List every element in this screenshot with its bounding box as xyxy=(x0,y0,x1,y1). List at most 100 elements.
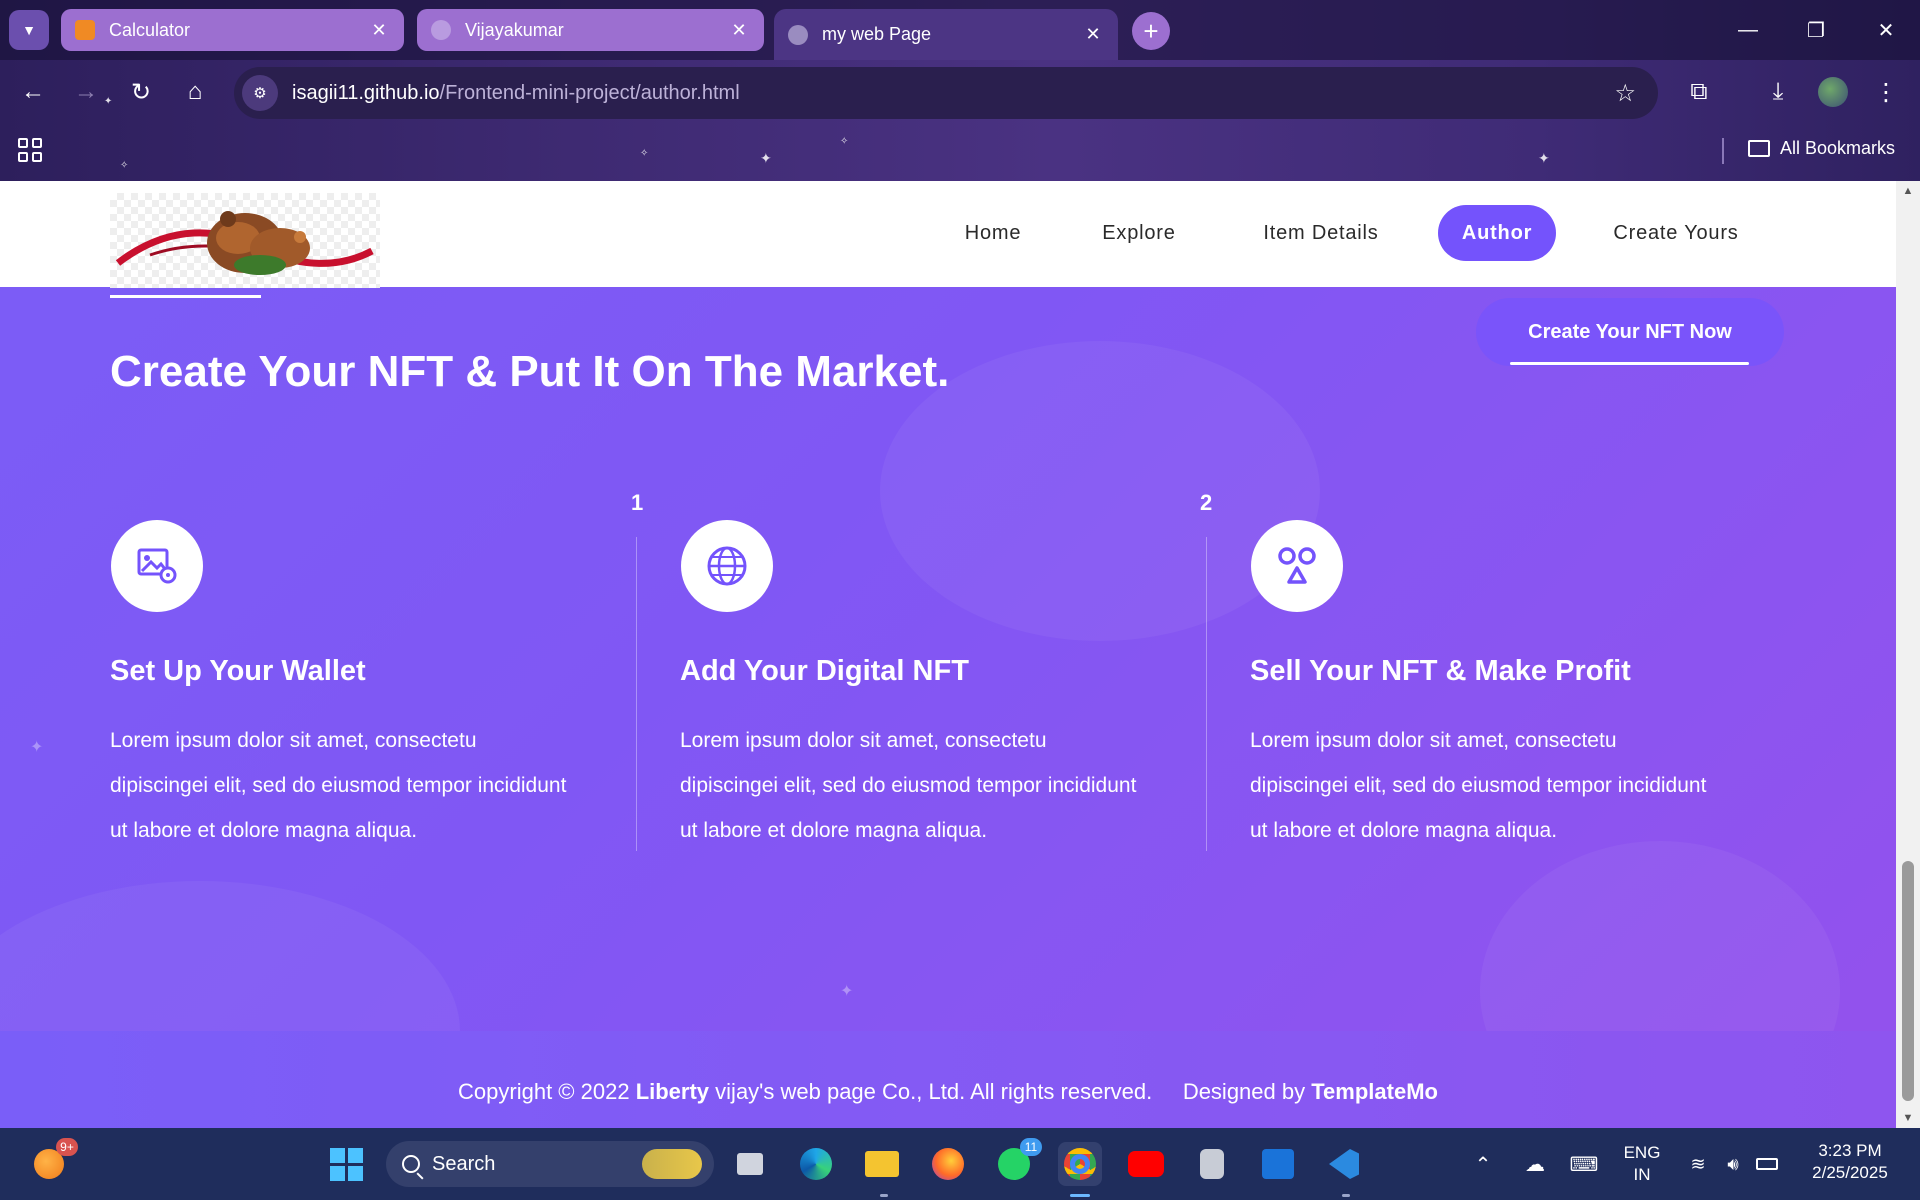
step-icon-wrapper xyxy=(111,520,203,612)
chrome-icon xyxy=(1064,1148,1096,1180)
nav-explore[interactable]: Explore xyxy=(1080,205,1198,261)
nav-home[interactable]: Home xyxy=(940,205,1046,261)
site-logo[interactable] xyxy=(110,193,380,288)
nav-item-details[interactable]: Item Details xyxy=(1242,205,1400,261)
roast-chicken-logo-icon xyxy=(115,211,374,275)
close-tab-icon[interactable]: ✕ xyxy=(728,20,750,41)
clock-time: 3:23 PM xyxy=(1818,1141,1882,1160)
puzzle-icon: ⧉ xyxy=(1690,78,1708,105)
address-bar[interactable]: ⚙ isagii11.github.io/Frontend-mini-proje… xyxy=(234,67,1658,119)
arrow-left-icon: ← xyxy=(21,78,45,105)
restore-button[interactable]: ❐ xyxy=(1782,0,1850,60)
scroll-up-icon[interactable]: ▲ xyxy=(1896,181,1920,201)
all-bookmarks-button[interactable]: All Bookmarks xyxy=(1748,138,1895,159)
tab-search-button[interactable]: ▼ xyxy=(9,10,49,50)
tab-strip: ▼ Calculator ✕ Vijayakumar ✕ my web Page… xyxy=(0,0,1920,60)
scroll-thumb[interactable] xyxy=(1902,861,1914,1101)
widgets-button[interactable]: 9+ xyxy=(26,1138,78,1186)
bookmarks-bar: All Bookmarks xyxy=(0,124,1920,181)
edge-button[interactable] xyxy=(794,1142,838,1186)
extensions-button[interactable]: ⧉ xyxy=(1679,72,1719,112)
tab-my-web-page[interactable]: my web Page ✕ xyxy=(774,9,1118,60)
clock[interactable]: 3:23 PM 2/25/2025 xyxy=(1796,1140,1904,1184)
site-info-icon[interactable]: ⚙ xyxy=(242,75,278,111)
download-icon: ⤓ xyxy=(1772,78,1784,105)
folder-icon xyxy=(1748,140,1770,157)
globe-favicon-icon xyxy=(431,20,451,40)
vscode-button[interactable] xyxy=(1322,1142,1366,1186)
whatsapp-badge: 11 xyxy=(1020,1138,1042,1156)
browser-toolbar: ← → ↻ ⌂ ⚙ isagii11.github.io/Frontend-mi… xyxy=(0,60,1920,124)
taskbar-search[interactable]: Search xyxy=(386,1141,714,1187)
task-view-icon xyxy=(737,1153,763,1175)
create-nft-button[interactable]: Create Your NFT Now xyxy=(1476,298,1784,366)
tab-title: Vijayakumar xyxy=(465,19,564,40)
vscode-icon xyxy=(1329,1149,1359,1179)
page-scrollbar[interactable]: ▲ ▼ xyxy=(1896,181,1920,1128)
youtube-button[interactable] xyxy=(1124,1142,1168,1186)
browser-menu-button[interactable]: ⋮ xyxy=(1866,72,1906,112)
templatemo-link[interactable]: TemplateMo xyxy=(1311,1079,1438,1104)
database-icon xyxy=(1200,1149,1224,1179)
task-view-button[interactable] xyxy=(728,1142,772,1186)
scroll-down-icon[interactable]: ▼ xyxy=(1896,1108,1920,1128)
new-tab-button[interactable]: + xyxy=(1132,12,1170,50)
step-divider xyxy=(636,537,637,851)
tab-title: Calculator xyxy=(109,19,191,40)
designed-by-label: Designed by xyxy=(1182,1079,1306,1104)
search-highlight-icon xyxy=(642,1149,702,1179)
firefox-icon xyxy=(932,1148,964,1180)
tab-calculator[interactable]: Calculator ✕ xyxy=(61,9,404,51)
keyboard-icon: ⌨ xyxy=(1569,1153,1599,1176)
start-button[interactable] xyxy=(324,1142,368,1186)
nav-author[interactable]: Author xyxy=(1438,205,1556,261)
cloud-icon: ☁ xyxy=(1525,1153,1545,1176)
language-code: ENG xyxy=(1623,1143,1661,1162)
forward-button[interactable]: → xyxy=(66,72,106,112)
chrome-button[interactable] xyxy=(1058,1142,1102,1186)
sparkle-decoration: ✦ xyxy=(840,983,854,1000)
bookmark-star-icon[interactable]: ☆ xyxy=(1614,79,1636,108)
database-app-button[interactable] xyxy=(1190,1142,1234,1186)
tab-title: my web Page xyxy=(822,24,932,44)
tab-vijayakumar[interactable]: Vijayakumar ✕ xyxy=(417,9,764,51)
profile-avatar-button[interactable] xyxy=(1813,72,1853,112)
apps-grid-icon[interactable] xyxy=(18,138,42,162)
show-hidden-icons-button[interactable]: ⌃ xyxy=(1466,1142,1500,1186)
outlook-button[interactable] xyxy=(1256,1142,1300,1186)
language-indicator[interactable]: ENG IN xyxy=(1614,1142,1670,1186)
step-icon-wrapper xyxy=(681,520,773,612)
nav-create-yours[interactable]: Create Yours xyxy=(1592,205,1760,261)
step-divider xyxy=(1206,537,1207,851)
calculator-favicon-icon xyxy=(75,20,95,40)
battery-button[interactable] xyxy=(1750,1142,1784,1186)
clock-date: 2/25/2025 xyxy=(1812,1163,1888,1182)
downloads-button[interactable]: ⤓ xyxy=(1758,72,1798,112)
onedrive-button[interactable]: ☁ xyxy=(1518,1142,1552,1186)
back-button[interactable]: ← xyxy=(13,72,53,112)
minimize-button[interactable]: — xyxy=(1714,0,1782,60)
reload-button[interactable]: ↻ xyxy=(121,72,161,112)
url-path: /Frontend-mini-project/author.html xyxy=(439,81,740,104)
file-explorer-button[interactable] xyxy=(860,1142,904,1186)
step-icon-wrapper xyxy=(1251,520,1343,612)
step-title: Add Your Digital NFT xyxy=(680,655,969,687)
wifi-button[interactable]: ≋ xyxy=(1680,1142,1716,1186)
step-number: 2 xyxy=(1200,490,1213,515)
cta-underline xyxy=(1510,362,1749,365)
chevron-up-icon: ⌃ xyxy=(1474,1153,1492,1176)
whatsapp-button[interactable]: 11 xyxy=(992,1138,1042,1186)
close-window-button[interactable]: ✕ xyxy=(1852,0,1920,60)
copyright-brand-link[interactable]: Liberty xyxy=(636,1079,709,1104)
arrow-right-icon: → xyxy=(74,78,98,105)
more-vertical-icon: ⋮ xyxy=(1874,78,1898,106)
windows-taskbar: 9+ Search 11 ⌃ ☁ ⌨ ENG IN ≋ 🔊︎ 3:23 PM 2… xyxy=(0,1128,1920,1200)
home-button[interactable]: ⌂ xyxy=(175,72,215,112)
url-text[interactable]: isagii11.github.io/Frontend-mini-project… xyxy=(292,82,740,105)
close-tab-icon[interactable]: ✕ xyxy=(368,20,390,41)
touch-keyboard-button[interactable]: ⌨ xyxy=(1566,1142,1602,1186)
close-tab-icon[interactable]: ✕ xyxy=(1082,24,1104,45)
url-host: isagii11.github.io xyxy=(292,81,440,104)
firefox-button[interactable] xyxy=(926,1142,970,1186)
volume-button[interactable]: 🔊︎ xyxy=(1716,1142,1750,1186)
